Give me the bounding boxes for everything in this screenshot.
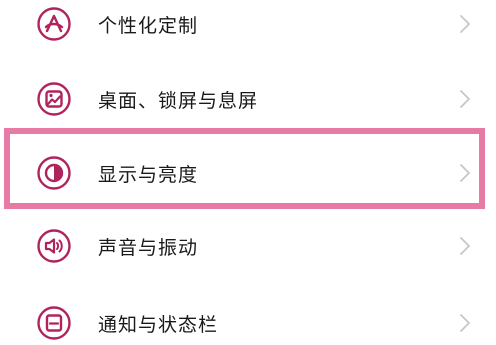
settings-item-label: 通知与状态栏 <box>98 313 219 336</box>
settings-item-display-brightness[interactable]: 显示与亮度 <box>0 143 496 203</box>
settings-item-desktop-lockscreen[interactable]: 桌面、锁屏与息屏 <box>0 69 496 129</box>
chevron-right-icon <box>458 88 472 110</box>
chevron-right-icon <box>458 235 472 257</box>
notification-icon <box>36 305 72 341</box>
settings-item-label: 个性化定制 <box>98 14 199 37</box>
chevron-right-icon <box>458 162 472 184</box>
settings-item-sound-vibration[interactable]: 声音与振动 <box>0 216 496 276</box>
settings-item-label: 桌面、锁屏与息屏 <box>98 89 259 112</box>
chevron-right-icon <box>458 312 472 334</box>
personalize-icon <box>36 6 72 42</box>
settings-item-personalize[interactable]: 个性化定制 <box>0 0 496 54</box>
settings-list: 个性化定制 桌面、锁屏与息屏 显示与亮度 声音与振动 通知与状态栏 <box>0 0 496 345</box>
wallpaper-icon <box>36 81 72 117</box>
settings-item-label: 显示与亮度 <box>98 163 199 186</box>
settings-item-notification-statusbar[interactable]: 通知与状态栏 <box>0 293 496 345</box>
settings-item-label: 声音与振动 <box>98 236 199 259</box>
brightness-icon <box>36 155 72 191</box>
sound-icon <box>36 228 72 264</box>
chevron-right-icon <box>458 13 472 35</box>
